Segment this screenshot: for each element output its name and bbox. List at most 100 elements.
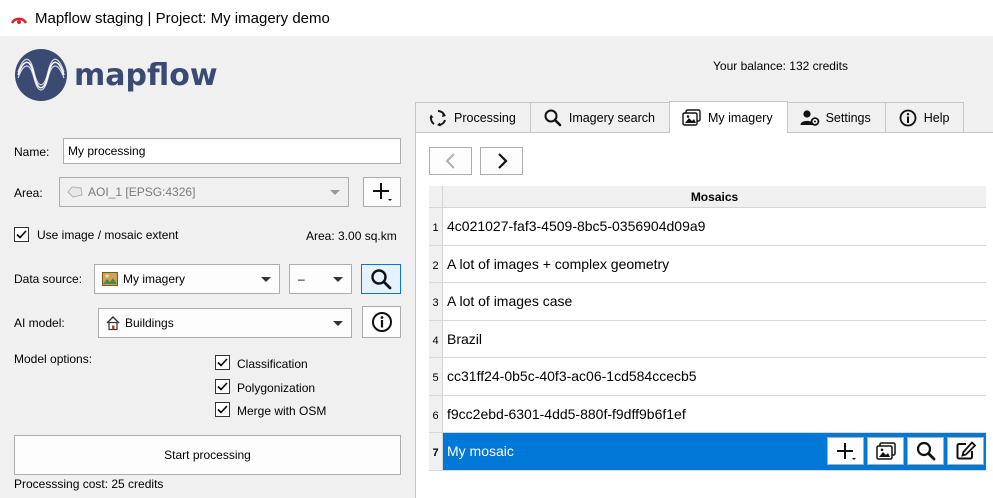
row-number: 1 xyxy=(429,208,443,245)
row-number: 3 xyxy=(429,283,443,320)
area-size-text: Area: 3.00 sq.km xyxy=(306,229,397,243)
tab-imagery-search-label: Imagery search xyxy=(568,110,655,125)
mapflow-logo: mapflow xyxy=(14,48,218,102)
start-processing-label: Start processing xyxy=(164,448,251,462)
edit-mosaic-button[interactable] xyxy=(947,437,984,465)
table-row[interactable]: 5 cc31ff24-0b5c-40f3-ac06-1cd584ccecb5 xyxy=(429,358,986,396)
search-icon xyxy=(544,109,562,126)
ai-model-label: AI model: xyxy=(14,316,65,330)
merge-osm-label: Merge with OSM xyxy=(237,404,327,418)
image-icon xyxy=(682,108,701,126)
table-row[interactable]: 4 Brazil xyxy=(429,320,986,358)
mosaic-name: My mosaic xyxy=(447,443,514,460)
previous-page-button[interactable] xyxy=(429,147,472,175)
add-image-button[interactable] xyxy=(827,437,864,465)
edit-icon xyxy=(956,441,976,460)
tab-processing[interactable]: Processing xyxy=(415,102,531,132)
show-images-button[interactable] xyxy=(867,437,904,465)
tab-settings[interactable]: Settings xyxy=(786,102,886,132)
start-processing-button[interactable]: Start processing xyxy=(14,435,401,475)
table-row[interactable]: 3 A lot of images case xyxy=(429,283,986,321)
data-source-value: My imagery xyxy=(123,272,186,286)
row-number: 4 xyxy=(429,320,443,357)
tab-imagery-search[interactable]: Imagery search xyxy=(529,102,670,132)
user-settings-icon xyxy=(800,109,819,126)
chevron-right-icon xyxy=(497,153,508,169)
tab-processing-label: Processing xyxy=(454,110,516,125)
house-icon xyxy=(106,316,120,331)
image-icon xyxy=(875,442,896,460)
title-bar: Mapflow staging | Project: My imagery de… xyxy=(0,0,993,36)
search-icon xyxy=(371,269,392,290)
polygonization-label: Polygonization xyxy=(237,381,316,395)
mosaic-name[interactable]: cc31ff24-0b5c-40f3-ac06-1cd584ccecb5 xyxy=(443,358,986,395)
merge-osm-checkbox[interactable] xyxy=(215,402,230,417)
ai-model-select[interactable]: Buildings xyxy=(98,308,352,338)
mosaic-name-cell[interactable]: My mosaic xyxy=(443,433,986,470)
name-label: Name: xyxy=(14,145,50,159)
search-icon xyxy=(916,441,935,461)
tab-settings-label: Settings xyxy=(825,110,871,125)
tab-help-label: Help xyxy=(923,110,950,125)
table-header: Mosaics xyxy=(429,186,986,208)
table-row[interactable]: 1 4c021027-faf3-4509-8bc5-0356904d09a9 xyxy=(429,208,986,246)
mosaics-table: Mosaics 1 4c021027-faf3-4509-8bc5-035690… xyxy=(429,186,986,471)
table-corner xyxy=(429,186,443,207)
classification-checkbox[interactable] xyxy=(215,355,230,370)
mosaic-name[interactable]: A lot of images + complex geometry xyxy=(443,246,986,283)
chevron-left-icon xyxy=(445,153,455,169)
chevron-down-icon xyxy=(330,190,340,195)
area-label: Area: xyxy=(14,186,43,200)
processing-cost-text: Processsing cost: 25 credits xyxy=(14,477,164,491)
window-title: Mapflow staging | Project: My imagery de… xyxy=(35,9,330,27)
check-icon xyxy=(217,358,228,367)
polygon-layer-icon xyxy=(67,186,83,198)
tab-help[interactable]: Help xyxy=(884,102,965,132)
mosaic-name[interactable]: A lot of images case xyxy=(443,283,986,320)
model-options-label: Model options: xyxy=(14,352,93,366)
area-select-value: AOI_1 [EPSG:4326] xyxy=(88,185,196,199)
table-row-selected[interactable]: 7 My mosaic xyxy=(429,433,986,471)
image-icon xyxy=(102,272,118,286)
polygonization-checkbox[interactable] xyxy=(215,379,230,394)
use-extent-checkbox[interactable] xyxy=(14,227,29,242)
logo-wordmark: mapflow xyxy=(74,57,218,93)
plus-icon xyxy=(836,443,856,460)
area-select[interactable]: AOI_1 [EPSG:4326] xyxy=(59,177,349,207)
row-number: 2 xyxy=(429,245,443,282)
plus-icon xyxy=(373,183,392,201)
balance-text: Your balance: 132 credits xyxy=(713,59,848,73)
row-actions xyxy=(827,437,984,465)
next-page-button[interactable] xyxy=(480,147,523,175)
data-source-secondary-select[interactable]: – xyxy=(289,264,352,294)
info-icon xyxy=(899,109,917,126)
name-input[interactable]: My processing xyxy=(63,138,401,164)
classification-label: Classification xyxy=(237,357,308,371)
preview-mosaic-button[interactable] xyxy=(907,437,944,465)
mosaic-name[interactable]: 4c021027-faf3-4509-8bc5-0356904d09a9 xyxy=(443,208,986,245)
search-imagery-button[interactable] xyxy=(361,264,401,294)
mapflow-logo-mark xyxy=(15,49,67,101)
row-number: 5 xyxy=(429,358,443,395)
row-number: 7 xyxy=(429,433,443,470)
check-icon xyxy=(217,405,228,414)
table-row[interactable]: 2 A lot of images + complex geometry xyxy=(429,245,986,283)
data-source-secondary-value: – xyxy=(298,272,305,286)
table-row[interactable]: 6 f9cc2ebd-6301-4dd5-880f-f9dff9b6f1ef xyxy=(429,395,986,433)
model-info-button[interactable] xyxy=(362,306,401,338)
ai-model-value: Buildings xyxy=(125,316,174,330)
mapflow-app-icon xyxy=(10,17,28,24)
tab-my-imagery-label: My imagery xyxy=(708,110,773,125)
main-tabs: Processing Imagery search My imagery Set… xyxy=(415,100,965,133)
use-extent-label: Use image / mosaic extent xyxy=(37,228,179,242)
check-icon xyxy=(16,230,27,239)
tab-my-imagery[interactable]: My imagery xyxy=(669,101,788,133)
chevron-down-icon xyxy=(333,277,343,282)
mosaic-name[interactable]: Brazil xyxy=(443,321,986,358)
add-area-button[interactable] xyxy=(363,177,401,207)
mosaics-column-header[interactable]: Mosaics xyxy=(443,186,986,207)
data-source-label: Data source: xyxy=(14,272,83,286)
mosaic-name[interactable]: f9cc2ebd-6301-4dd5-880f-f9dff9b6f1ef xyxy=(443,396,986,433)
check-icon xyxy=(217,382,228,391)
data-source-select[interactable]: My imagery xyxy=(94,264,280,294)
